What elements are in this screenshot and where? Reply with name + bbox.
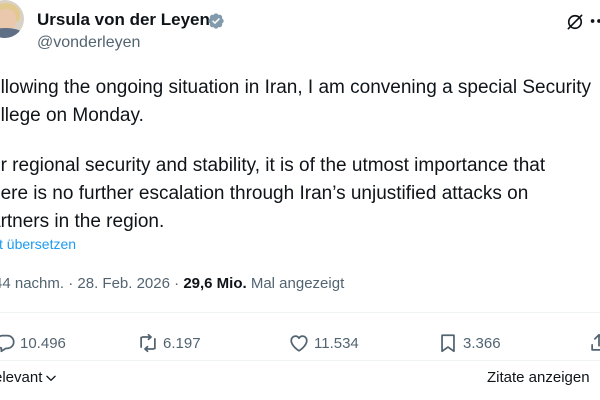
bookmark-button[interactable]: 3.366	[437, 332, 501, 354]
reply-icon	[0, 334, 15, 353]
reply-count: 10.496	[20, 334, 66, 352]
reply-sort-dropdown[interactable]: elevant	[0, 369, 58, 386]
grok-icon[interactable]	[565, 12, 585, 32]
tweet-paragraph-2: or regional security and stability, it i…	[0, 155, 546, 232]
repost-button[interactable]: 6.197	[137, 332, 201, 354]
more-icon[interactable]	[588, 10, 600, 32]
like-button[interactable]: 11.534	[288, 332, 359, 354]
heart-icon	[290, 335, 308, 352]
chevron-down-icon	[46, 375, 57, 381]
tweet-time[interactable]: 44 nachm.	[0, 275, 64, 292]
repost-count: 6.197	[163, 334, 201, 352]
divider-bottom	[0, 360, 600, 361]
views-count[interactable]: 29,6 Mio.	[183, 275, 246, 292]
tweet-date[interactable]: 28. Feb. 2026	[77, 275, 170, 292]
view-quotes-link[interactable]: Zitate anzeigen	[487, 369, 590, 386]
reply-button[interactable]: 10.496	[0, 332, 66, 354]
share-button[interactable]	[588, 332, 600, 354]
avatar-shoulders	[0, 28, 24, 38]
verified-badge-icon	[208, 13, 224, 29]
author-handle[interactable]: @vonderleyen	[37, 34, 140, 52]
like-count: 11.534	[314, 334, 359, 352]
bookmark-count: 3.366	[463, 334, 501, 352]
translate-link[interactable]: st übersetzen	[0, 236, 76, 252]
meta-separator: ·	[174, 275, 184, 292]
tweet-metadata: 44 nachm. · 28. Feb. 2026 · 29,6 Mio. Ma…	[0, 275, 344, 292]
author-name[interactable]: Ursula von der Leyen	[37, 10, 210, 30]
share-icon	[591, 333, 600, 351]
views-label: Mal angezeigt	[250, 275, 345, 292]
sort-label: elevant	[0, 369, 43, 386]
tweet-paragraph-1: ollowing the ongoing situation in Iran, …	[0, 77, 591, 126]
divider-top	[0, 312, 600, 313]
repost-icon	[140, 333, 156, 353]
meta-separator: ·	[68, 275, 78, 292]
avatar[interactable]	[0, 0, 24, 38]
bookmark-icon	[441, 334, 455, 353]
